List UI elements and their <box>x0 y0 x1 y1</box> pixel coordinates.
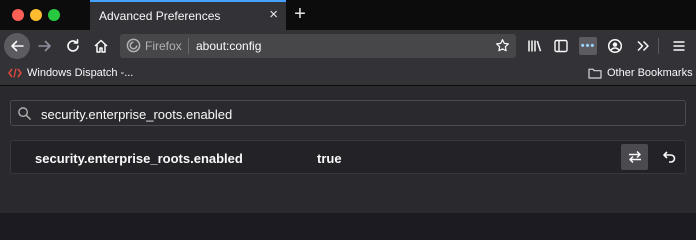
sidebar-icon <box>554 39 568 53</box>
home-button[interactable] <box>88 33 114 59</box>
app-menu-button[interactable] <box>666 33 692 59</box>
back-button[interactable] <box>4 33 30 59</box>
window-minimize-button[interactable] <box>30 9 42 21</box>
address-bar[interactable]: Firefox about:config <box>120 34 516 58</box>
url-input[interactable]: about:config <box>196 39 261 53</box>
tab-close-icon[interactable]: × <box>269 7 278 23</box>
extension-button[interactable]: ••• <box>575 33 601 59</box>
preference-name: security.enterprise_roots.enabled <box>35 151 243 166</box>
url-brand-label: Firefox <box>145 38 182 53</box>
extension-icon: ••• <box>579 37 597 55</box>
library-button[interactable] <box>522 33 548 59</box>
identity-box[interactable]: Firefox <box>126 38 182 53</box>
new-tab-button[interactable]: + <box>290 4 310 24</box>
code-brackets-icon <box>8 68 22 78</box>
url-separator <box>188 38 189 54</box>
search-icon <box>17 106 32 126</box>
overflow-menu-button[interactable] <box>630 33 656 59</box>
tab-advanced-preferences[interactable]: Advanced Preferences × <box>90 0 286 30</box>
tab-strip: Advanced Preferences × + <box>0 0 696 30</box>
firefox-logo-icon <box>126 38 141 53</box>
preference-search-field[interactable]: security.enterprise_roots.enabled <box>10 100 686 126</box>
preference-row[interactable]: security.enterprise_roots.enabled true <box>10 140 686 174</box>
account-icon <box>607 38 623 54</box>
other-bookmarks-label: Other Bookmarks <box>607 67 693 79</box>
reload-button[interactable] <box>60 33 86 59</box>
preference-value: true <box>317 151 342 166</box>
forward-button[interactable] <box>32 33 58 59</box>
nav-toolbar: Firefox about:config ••• <box>0 30 696 62</box>
config-page: security.enterprise_roots.enabled securi… <box>0 86 696 213</box>
search-input-value[interactable]: security.enterprise_roots.enabled <box>41 107 232 122</box>
bookmarks-toolbar: Windows Dispatch -... Other Bookmarks <box>0 62 696 86</box>
hamburger-menu-icon <box>673 41 685 51</box>
arrow-left-icon <box>11 40 24 52</box>
other-bookmarks-folder[interactable]: Other Bookmarks <box>588 67 693 79</box>
sidebar-button[interactable] <box>548 33 574 59</box>
bookmark-label: Windows Dispatch -... <box>27 67 134 79</box>
tab-title: Advanced Preferences <box>99 9 221 23</box>
folder-icon <box>588 68 602 79</box>
window-maximize-button[interactable] <box>48 9 60 21</box>
bookmark-windows-dispatch[interactable]: Windows Dispatch -... <box>8 67 133 79</box>
window-close-button[interactable] <box>12 9 24 21</box>
toggle-arrows-icon <box>628 150 641 164</box>
toolbar-divider <box>658 38 659 54</box>
reload-icon <box>67 39 79 52</box>
arrow-right-icon <box>38 40 51 52</box>
bookmark-star-icon[interactable] <box>495 38 510 58</box>
account-button[interactable] <box>602 33 628 59</box>
toggle-button[interactable] <box>621 144 648 170</box>
reset-button[interactable] <box>655 144 682 170</box>
home-icon <box>94 39 108 53</box>
browser-window: Advanced Preferences × + Firefox about:c… <box>0 0 696 213</box>
double-chevron-right-icon <box>637 40 649 52</box>
library-icon <box>528 40 542 52</box>
undo-icon <box>662 151 675 163</box>
